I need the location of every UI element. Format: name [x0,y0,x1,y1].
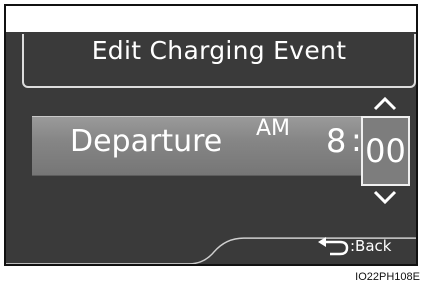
return-arrow-icon [318,237,349,256]
back-label: :Back [350,237,392,255]
minute-value: 00 [365,132,406,170]
chevron-up-icon[interactable] [372,94,398,112]
chevron-down-icon[interactable] [372,189,398,207]
minute-selector[interactable]: 00 [361,116,410,186]
page-title: Edit Charging Event [91,36,347,65]
hour-value[interactable]: 8 [326,122,346,160]
title-frame: Edit Charging Event [22,34,416,88]
event-label: Departure [70,124,223,159]
back-button[interactable]: :Back [316,234,391,258]
ampm-value: AM [256,116,291,141]
display-screen: Edit Charging Event Departure AM 8 : 00 … [4,4,418,266]
figure-caption: IO22PH108E [355,271,420,283]
departure-row[interactable]: Departure AM 8 : [32,116,382,176]
